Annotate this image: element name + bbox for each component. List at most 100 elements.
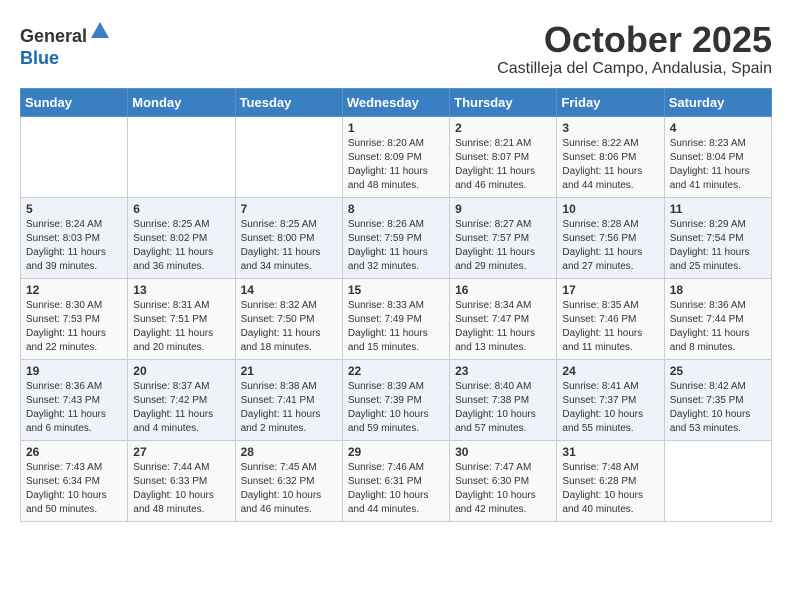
calendar-cell (664, 440, 771, 521)
calendar-cell: 20 Sunrise: 8:37 AM Sunset: 7:42 PM Dayli… (128, 359, 235, 440)
calendar-cell: 10 Sunrise: 8:28 AM Sunset: 7:56 PM Dayli… (557, 197, 664, 278)
day-info: Sunrise: 7:43 AM Sunset: 6:34 PM Dayligh… (26, 461, 122, 517)
day-info: Sunrise: 8:22 AM Sunset: 8:06 PM Dayligh… (562, 137, 658, 193)
calendar-cell: 27 Sunrise: 7:44 AM Sunset: 6:33 PM Dayli… (128, 440, 235, 521)
calendar-cell: 24Sunrise: 8:41 AM Sunset: 7:37 PM Dayli… (557, 359, 664, 440)
day-info: Sunrise: 8:30 AM Sunset: 7:53 PM Dayligh… (26, 299, 122, 355)
logo: General Blue (20, 20, 111, 69)
calendar-cell: 22 Sunrise: 8:39 AM Sunset: 7:39 PM Dayli… (342, 359, 449, 440)
calendar-cell: 8 Sunrise: 8:26 AM Sunset: 7:59 PM Daylig… (342, 197, 449, 278)
day-info: Sunrise: 8:31 AM Sunset: 7:51 PM Dayligh… (133, 299, 229, 355)
location: Castilleja del Campo, Andalusia, Spain (497, 60, 772, 78)
page-header: General Blue October 2025 Castilleja del… (20, 20, 772, 78)
day-number: 15 (348, 283, 444, 297)
weekday-header-wednesday: Wednesday (342, 88, 449, 116)
day-number: 13 (133, 283, 229, 297)
calendar-cell (235, 116, 342, 197)
day-info: Sunrise: 7:44 AM Sunset: 6:33 PM Dayligh… (133, 461, 229, 517)
calendar-week-1: 1 Sunrise: 8:20 AM Sunset: 8:09 PM Daylig… (21, 116, 772, 197)
calendar-cell: 6Sunrise: 8:25 AM Sunset: 8:02 PM Daylig… (128, 197, 235, 278)
calendar-cell (128, 116, 235, 197)
day-info: Sunrise: 8:37 AM Sunset: 7:42 PM Dayligh… (133, 380, 229, 436)
day-info: Sunrise: 8:20 AM Sunset: 8:09 PM Dayligh… (348, 137, 444, 193)
day-info: Sunrise: 8:25 AM Sunset: 8:02 PM Dayligh… (133, 218, 229, 274)
weekday-header-tuesday: Tuesday (235, 88, 342, 116)
day-number: 24 (562, 364, 658, 378)
day-number: 28 (241, 445, 337, 459)
day-number: 17 (562, 283, 658, 297)
calendar-table: SundayMondayTuesdayWednesdayThursdayFrid… (20, 88, 772, 522)
day-info: Sunrise: 8:21 AM Sunset: 8:07 PM Dayligh… (455, 137, 551, 193)
calendar-cell (21, 116, 128, 197)
logo-general: General (20, 26, 87, 46)
day-number: 25 (670, 364, 766, 378)
calendar-cell: 5 Sunrise: 8:24 AM Sunset: 8:03 PM Daylig… (21, 197, 128, 278)
weekday-header-sunday: Sunday (21, 88, 128, 116)
day-info: Sunrise: 8:39 AM Sunset: 7:39 PM Dayligh… (348, 380, 444, 436)
calendar-cell: 14 Sunrise: 8:32 AM Sunset: 7:50 PM Dayli… (235, 278, 342, 359)
day-info: Sunrise: 8:29 AM Sunset: 7:54 PM Dayligh… (670, 218, 766, 274)
day-number: 19 (26, 364, 122, 378)
calendar-cell: 4 Sunrise: 8:23 AM Sunset: 8:04 PM Daylig… (664, 116, 771, 197)
calendar-cell: 28 Sunrise: 7:45 AM Sunset: 6:32 PM Dayli… (235, 440, 342, 521)
day-info: Sunrise: 8:33 AM Sunset: 7:49 PM Dayligh… (348, 299, 444, 355)
day-info: Sunrise: 8:23 AM Sunset: 8:04 PM Dayligh… (670, 137, 766, 193)
day-info: Sunrise: 7:46 AM Sunset: 6:31 PM Dayligh… (348, 461, 444, 517)
day-info: Sunrise: 8:28 AM Sunset: 7:56 PM Dayligh… (562, 218, 658, 274)
calendar-cell: 12 Sunrise: 8:30 AM Sunset: 7:53 PM Dayli… (21, 278, 128, 359)
calendar-cell: 9Sunrise: 8:27 AM Sunset: 7:57 PM Daylig… (450, 197, 557, 278)
day-number: 22 (348, 364, 444, 378)
weekday-header-thursday: Thursday (450, 88, 557, 116)
day-number: 14 (241, 283, 337, 297)
calendar-cell: 3 Sunrise: 8:22 AM Sunset: 8:06 PM Daylig… (557, 116, 664, 197)
day-info: Sunrise: 8:25 AM Sunset: 8:00 PM Dayligh… (241, 218, 337, 274)
day-number: 3 (562, 121, 658, 135)
day-info: Sunrise: 8:35 AM Sunset: 7:46 PM Dayligh… (562, 299, 658, 355)
day-number: 8 (348, 202, 444, 216)
calendar-cell: 30Sunrise: 7:47 AM Sunset: 6:30 PM Dayli… (450, 440, 557, 521)
calendar-week-3: 12 Sunrise: 8:30 AM Sunset: 7:53 PM Dayli… (21, 278, 772, 359)
day-info: Sunrise: 8:40 AM Sunset: 7:38 PM Dayligh… (455, 380, 551, 436)
day-number: 23 (455, 364, 551, 378)
calendar-cell: 15 Sunrise: 8:33 AM Sunset: 7:49 PM Dayli… (342, 278, 449, 359)
day-info: Sunrise: 8:42 AM Sunset: 7:35 PM Dayligh… (670, 380, 766, 436)
day-info: Sunrise: 8:24 AM Sunset: 8:03 PM Dayligh… (26, 218, 122, 274)
calendar-cell: 25 Sunrise: 8:42 AM Sunset: 7:35 PM Dayli… (664, 359, 771, 440)
day-info: Sunrise: 8:36 AM Sunset: 7:43 PM Dayligh… (26, 380, 122, 436)
day-number: 21 (241, 364, 337, 378)
day-info: Sunrise: 8:32 AM Sunset: 7:50 PM Dayligh… (241, 299, 337, 355)
weekday-header-friday: Friday (557, 88, 664, 116)
calendar-cell: 21 Sunrise: 8:38 AM Sunset: 7:41 PM Dayli… (235, 359, 342, 440)
calendar-cell: 18Sunrise: 8:36 AM Sunset: 7:44 PM Dayli… (664, 278, 771, 359)
calendar-week-5: 26Sunrise: 7:43 AM Sunset: 6:34 PM Dayli… (21, 440, 772, 521)
calendar-week-2: 5 Sunrise: 8:24 AM Sunset: 8:03 PM Daylig… (21, 197, 772, 278)
calendar-cell: 29Sunrise: 7:46 AM Sunset: 6:31 PM Dayli… (342, 440, 449, 521)
day-number: 2 (455, 121, 551, 135)
day-number: 18 (670, 283, 766, 297)
day-info: Sunrise: 7:47 AM Sunset: 6:30 PM Dayligh… (455, 461, 551, 517)
weekday-header-monday: Monday (128, 88, 235, 116)
day-number: 20 (133, 364, 229, 378)
logo-icon (89, 20, 111, 42)
day-info: Sunrise: 7:45 AM Sunset: 6:32 PM Dayligh… (241, 461, 337, 517)
day-info: Sunrise: 8:27 AM Sunset: 7:57 PM Dayligh… (455, 218, 551, 274)
day-number: 5 (26, 202, 122, 216)
calendar-cell: 1 Sunrise: 8:20 AM Sunset: 8:09 PM Daylig… (342, 116, 449, 197)
calendar-cell: 17 Sunrise: 8:35 AM Sunset: 7:46 PM Dayli… (557, 278, 664, 359)
calendar-cell: 16Sunrise: 8:34 AM Sunset: 7:47 PM Dayli… (450, 278, 557, 359)
weekday-header-saturday: Saturday (664, 88, 771, 116)
calendar-cell: 31Sunrise: 7:48 AM Sunset: 6:28 PM Dayli… (557, 440, 664, 521)
day-number: 1 (348, 121, 444, 135)
day-number: 12 (26, 283, 122, 297)
day-info: Sunrise: 8:38 AM Sunset: 7:41 PM Dayligh… (241, 380, 337, 436)
day-number: 10 (562, 202, 658, 216)
day-number: 27 (133, 445, 229, 459)
calendar-body: 1 Sunrise: 8:20 AM Sunset: 8:09 PM Daylig… (21, 116, 772, 521)
calendar-week-4: 19 Sunrise: 8:36 AM Sunset: 7:43 PM Dayli… (21, 359, 772, 440)
day-number: 4 (670, 121, 766, 135)
day-info: Sunrise: 7:48 AM Sunset: 6:28 PM Dayligh… (562, 461, 658, 517)
day-info: Sunrise: 8:26 AM Sunset: 7:59 PM Dayligh… (348, 218, 444, 274)
day-number: 11 (670, 202, 766, 216)
day-number: 16 (455, 283, 551, 297)
weekday-header-row: SundayMondayTuesdayWednesdayThursdayFrid… (21, 88, 772, 116)
